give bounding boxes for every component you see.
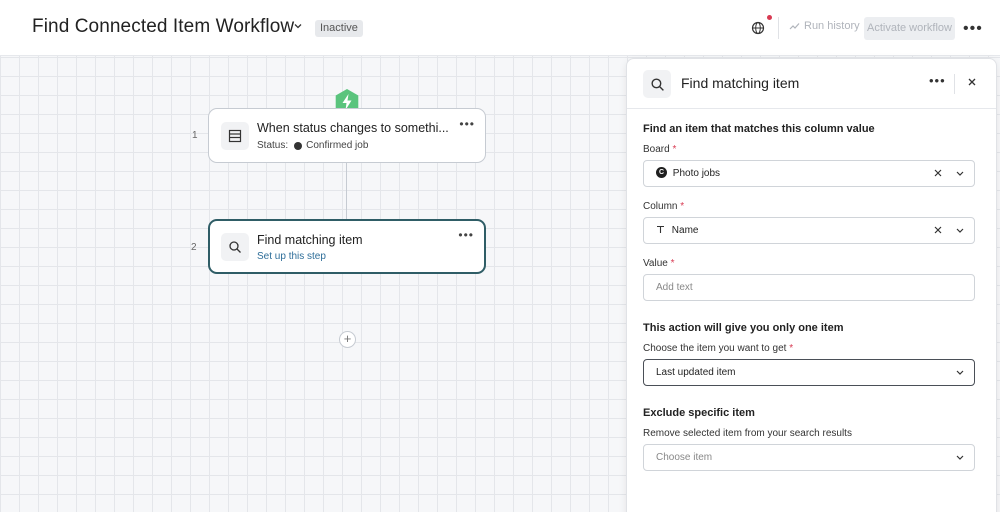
run-history-button[interactable]: Run history: [789, 20, 860, 32]
panel-header: Find matching item •••: [627, 59, 996, 109]
chevron-down-icon[interactable]: [955, 369, 965, 377]
step-setup-link[interactable]: Set up this step: [257, 251, 326, 262]
section-title: Exclude specific item: [643, 407, 755, 419]
choose-item-label: Choose the item you want to get *: [643, 343, 793, 354]
step-title: Find matching item: [257, 233, 363, 247]
status-value: Confirmed job: [306, 140, 369, 151]
status-badge: Inactive: [315, 20, 363, 37]
search-icon: [221, 233, 249, 261]
value-input[interactable]: Add text: [643, 274, 975, 301]
exclude-placeholder: Choose item: [656, 452, 713, 463]
setup-link-label[interactable]: Set up this step: [257, 251, 326, 262]
value-label: Value *: [643, 258, 675, 269]
chevron-down-icon[interactable]: [292, 20, 304, 32]
header-divider: [778, 17, 779, 39]
step-connector: [346, 163, 347, 220]
board-label: Board *: [643, 144, 676, 155]
notification-dot: [767, 15, 772, 20]
panel-more-icon[interactable]: •••: [929, 73, 946, 88]
step-number: 1: [192, 130, 198, 141]
exclude-item-select[interactable]: Choose item: [643, 444, 975, 471]
chart-line-icon: [789, 22, 800, 29]
search-icon: [643, 70, 671, 98]
step-more-icon[interactable]: •••: [459, 117, 475, 131]
section-title: Find an item that matches this column va…: [643, 123, 875, 135]
board-select[interactable]: C Photo jobs: [643, 160, 975, 187]
exclude-label: Remove selected item from your search re…: [643, 428, 852, 439]
column-value: Name: [671, 225, 699, 236]
run-history-label: Run history: [804, 20, 860, 32]
required-mark: *: [789, 343, 794, 354]
action-step-card[interactable]: Find matching item Set up this step •••: [208, 219, 486, 274]
status-dot: [294, 141, 303, 150]
section-title: This action will give you only one item: [643, 322, 844, 334]
chevron-down-icon[interactable]: [955, 170, 965, 178]
column-select[interactable]: Name: [643, 217, 975, 244]
board-value: Photo jobs: [672, 168, 721, 179]
globe-icon[interactable]: [750, 20, 766, 36]
chevron-down-icon[interactable]: [955, 454, 965, 462]
step-config-panel: Find matching item ••• Find an item that…: [626, 58, 997, 512]
add-step-button[interactable]: +: [339, 331, 356, 348]
required-mark: *: [680, 201, 685, 212]
panel-title: Find matching item: [681, 75, 800, 91]
value-label-text: Value: [643, 258, 668, 269]
clear-icon[interactable]: [933, 168, 943, 178]
close-icon[interactable]: [965, 75, 979, 89]
workflow-title[interactable]: Find Connected Item Workflow: [32, 16, 294, 38]
step-number: 2: [191, 242, 197, 253]
top-header: Find Connected Item Workflow Inactive Ru…: [0, 0, 1000, 56]
column-label-text: Column: [643, 201, 678, 212]
board-label-text: Board: [643, 144, 670, 155]
chevron-down-icon[interactable]: [955, 227, 965, 235]
board-badge: C: [656, 166, 667, 178]
choose-item-value: Last updated item: [656, 367, 736, 378]
text-type-icon: [657, 225, 664, 233]
required-mark: *: [672, 144, 677, 155]
trigger-step-card[interactable]: When status changes to somethi... Status…: [208, 108, 486, 163]
table-icon: [221, 122, 249, 150]
column-label: Column *: [643, 201, 684, 212]
clear-icon[interactable]: [933, 225, 943, 235]
required-mark: *: [670, 258, 675, 269]
status-label: Status:: [257, 140, 289, 151]
step-status: Status: Confirmed job: [257, 140, 368, 151]
step-title: When status changes to somethi...: [257, 121, 449, 135]
step-more-icon[interactable]: •••: [458, 228, 474, 242]
choose-item-select[interactable]: Last updated item: [643, 359, 975, 386]
choose-item-label-text: Choose the item you want to get: [643, 343, 787, 354]
activate-workflow-button[interactable]: Activate workflow: [864, 17, 955, 40]
panel-divider: [954, 74, 955, 94]
more-options-icon[interactable]: •••: [963, 20, 983, 38]
